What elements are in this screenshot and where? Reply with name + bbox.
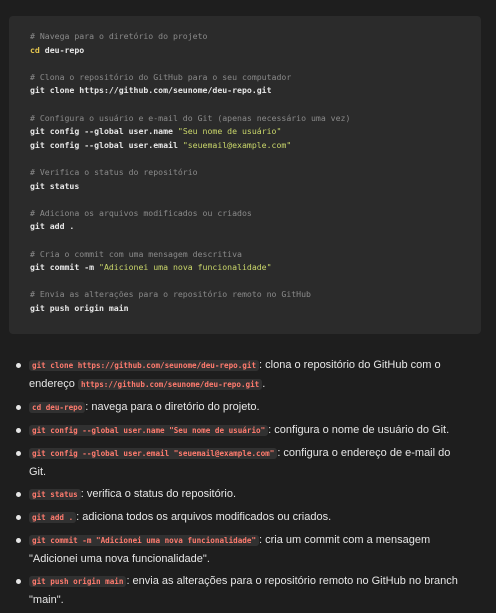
list-item: git config --global user.email "seuemail… (0, 444, 496, 481)
code-comment-line: # Configura o usuário e e-mail do Git (a… (30, 112, 481, 126)
code-command-line: git status (30, 180, 481, 194)
code-comment: # Envia as alterações para o repositório… (30, 289, 311, 300)
code-keyword: cd (30, 44, 40, 55)
code-command-line: git config --global user.name "Seu nome … (30, 125, 481, 139)
code-command: git add . (30, 221, 75, 232)
inline-code: git config --global user.name "Seu nome … (29, 425, 269, 436)
code-command-line: git add . (30, 220, 481, 234)
code-command: git config --global user.email (30, 139, 183, 150)
bullet-icon (16, 579, 21, 584)
inline-code: https://github.com/seunome/deu-repo.git (77, 379, 263, 390)
explanation-text: : adiciona todos os arquivos modificados… (76, 511, 332, 523)
inline-code: cd deu-repo (29, 402, 86, 413)
bullet-icon (16, 405, 21, 410)
code-command-line: git push origin main (30, 302, 481, 316)
list-item: git push origin main: envia as alteraçõe… (0, 572, 496, 609)
explanation-list: git clone https://github.com/seunome/deu… (0, 356, 496, 613)
code-comment-line: # Envia as alterações para o repositório… (30, 288, 481, 302)
list-item: git commit -m "Adicionei uma nova funcio… (0, 531, 496, 568)
code-comment: # Cria o commit com uma mensagem descrit… (30, 248, 242, 259)
list-item: git status: verifica o status do reposit… (0, 485, 496, 504)
bullet-icon (16, 428, 21, 433)
code-command: git push origin main (30, 302, 129, 313)
code-command-line: git config --global user.email "seuemail… (30, 139, 481, 153)
code-comment-line: # Clona o repositório do GitHub para o s… (30, 71, 481, 85)
code-command: git config --global user.name (30, 126, 178, 137)
explanation-text: : navega para o diretório do projeto. (85, 401, 260, 413)
explanation-text: . (262, 378, 266, 390)
code-comment: # Configura o usuário e e-mail do Git (a… (30, 112, 351, 123)
code-command: git status (30, 180, 80, 191)
inline-code: git clone https://github.com/seunome/deu… (29, 360, 260, 371)
bullet-icon (16, 451, 21, 456)
explanation-text: : configura o nome de usuário do Git. (268, 424, 450, 436)
code-string: "Seu nome de usuário" (177, 126, 282, 137)
code-command-line: git clone https://github.com/seunome/deu… (30, 84, 481, 98)
list-item: cd deu-repo: navega para o diretório do … (0, 398, 496, 417)
list-item: git add .: adiciona todos os arquivos mo… (0, 508, 496, 527)
code-command-line: git commit -m "Adicionei uma nova funcio… (30, 261, 481, 275)
inline-code: git push origin main (29, 576, 127, 587)
inline-code: git add . (29, 512, 77, 523)
code-command: git commit -m (30, 262, 100, 273)
inline-code: git status (29, 489, 81, 500)
code-comment-line: # Navega para o diretório do projeto (30, 30, 481, 44)
list-item: git clone https://github.com/seunome/deu… (0, 356, 496, 394)
code-block: # Navega para o diretório do projeto cd d… (9, 16, 481, 334)
code-comment-line: # Cria o commit com uma mensagem descrit… (30, 248, 481, 262)
code-comment-line: # Adiciona os arquivos modificados ou cr… (30, 207, 481, 221)
code-command-line: cd deu-repo (30, 44, 481, 58)
code-comment: # Verifica o status do repositório (30, 166, 198, 177)
explanation-text: : verifica o status do repositório. (80, 488, 237, 500)
inline-code: git commit -m "Adicionei uma nova funcio… (29, 535, 260, 546)
bullet-icon (16, 363, 21, 368)
code-comment: # Clona o repositório do GitHub para o s… (30, 71, 292, 82)
inline-code: git config --global user.email "seuemail… (29, 448, 278, 459)
code-command: git clone https://github.com/seunome/deu… (30, 85, 272, 96)
code-string: "Adicionei uma nova funcionalidade" (99, 262, 272, 273)
bullet-icon (16, 515, 21, 520)
code-comment-line: # Verifica o status do repositório (30, 166, 481, 180)
code-command: deu-repo (39, 44, 85, 55)
code-string: "seuemail@example.com" (182, 139, 292, 150)
list-item: git config --global user.name "Seu nome … (0, 421, 496, 440)
code-comment: # Adiciona os arquivos modificados ou cr… (30, 207, 252, 218)
bullet-icon (16, 492, 21, 497)
code-comment: # Navega para o diretório do projeto (30, 31, 208, 41)
bullet-icon (16, 538, 21, 543)
